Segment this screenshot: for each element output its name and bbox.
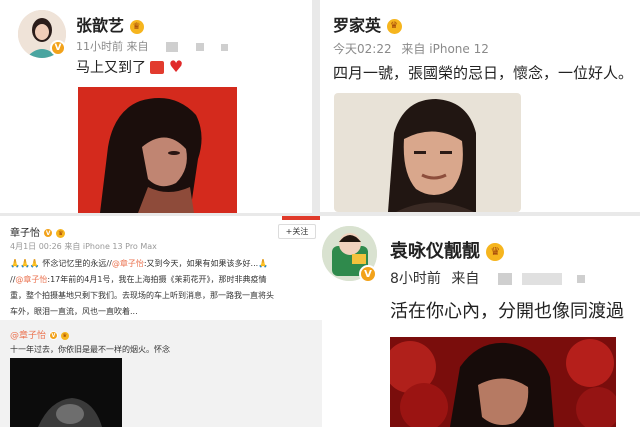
source-label: 来自 bbox=[451, 271, 480, 287]
follow-button[interactable]: +关注 bbox=[278, 224, 316, 239]
blurred-source bbox=[221, 43, 228, 51]
source-device[interactable]: iPhone 12 bbox=[429, 42, 489, 56]
repost-image[interactable] bbox=[10, 358, 122, 427]
post-meta: 11小时前 来自 bbox=[76, 38, 228, 54]
username[interactable]: 章子怡 V ♛ bbox=[10, 224, 66, 239]
verified-badge-icon: V bbox=[48, 331, 58, 340]
blurred-source bbox=[576, 275, 585, 283]
collage: V 张歆艺 ♛ 11小时前 来自 马上又到了 ♥ 罗家英 ♛ 今天02:22 来… bbox=[0, 0, 640, 427]
mention-link[interactable]: @章子怡 bbox=[112, 259, 144, 268]
blurred-source bbox=[166, 42, 178, 52]
post-text-line: 🙏🙏🙏 怀念记忆里的永远//@章子怡:又到今天，如果有如果该多好...🙏 bbox=[10, 259, 269, 268]
source-label: 来自 bbox=[401, 42, 426, 56]
post-card-luojiaying: 罗家英 ♛ 今天02:22 来自 iPhone 12 四月一號，張國榮的忌日，懷… bbox=[320, 0, 640, 212]
post-time[interactable]: 8小时前 bbox=[390, 271, 441, 287]
crown-icon: ♛ bbox=[486, 243, 505, 261]
username[interactable]: 张歆艺 ♛ bbox=[76, 12, 144, 36]
crown-icon: ♛ bbox=[56, 228, 66, 238]
blurred-source bbox=[522, 273, 563, 285]
post-text: 四月一號，張國榮的忌日，懷念，一位好人。 bbox=[333, 64, 634, 82]
post-image[interactable] bbox=[78, 87, 237, 213]
crown-icon: ♛ bbox=[129, 19, 144, 34]
crown-icon: ♛ bbox=[60, 331, 69, 340]
post-text-line: 车外，眼泪一直流，风也一直吹着... bbox=[10, 307, 138, 316]
mention-link[interactable]: @章子怡 bbox=[15, 275, 47, 284]
gift-icon bbox=[150, 61, 165, 74]
repost-strip bbox=[282, 216, 320, 220]
repost-box[interactable]: @章子怡 V ♛ 十一年过去，你依旧是最不一样的烟火。怀念 bbox=[0, 320, 322, 427]
post-card-zhangxinyi: V 张歆艺 ♛ 11小时前 来自 马上又到了 ♥ bbox=[0, 0, 312, 213]
post-text: 马上又到了 ♥ bbox=[76, 57, 184, 76]
post-meta: 今天02:22 来自 iPhone 12 bbox=[333, 40, 489, 57]
post-meta: 4月1日 00:26 来自 iPhone 13 Pro Max bbox=[10, 242, 157, 251]
repost-author[interactable]: @章子怡 V ♛ bbox=[10, 328, 69, 341]
post-text-line: 重，整个拍摄基地只剩下我们。去现场的车上听到消息，那一路我一直将头 bbox=[10, 291, 274, 300]
crown-icon: ♛ bbox=[386, 19, 402, 34]
post-text-line: //@章子怡:17年前的4月1号，我在上海拍摄《茉莉花开》，那时非典疫情 bbox=[10, 275, 267, 284]
username[interactable]: 罗家英 ♛ bbox=[333, 12, 402, 36]
verified-badge-icon: V bbox=[359, 265, 377, 283]
post-image[interactable] bbox=[390, 337, 616, 427]
post-text: 活在你心內，分開也像同渡過 bbox=[390, 301, 624, 322]
heart-icon: ♥ bbox=[168, 57, 184, 76]
blurred-source bbox=[195, 43, 204, 51]
username[interactable]: 袁咏仪靓靓 ♛ bbox=[390, 237, 505, 263]
post-card-zhangziyi: 章子怡 V ♛ 4月1日 00:26 来自 iPhone 13 Pro Max … bbox=[0, 216, 322, 427]
verified-badge-icon: V bbox=[50, 40, 66, 56]
post-card-yuanyongyi: V 袁咏仪靓靓 ♛ 8小时前 来自 活在你心內，分開也像同渡過 bbox=[322, 216, 640, 427]
source-label: 来自 bbox=[126, 40, 149, 53]
post-time[interactable]: 今天02:22 bbox=[333, 42, 392, 56]
verified-badge-icon: V bbox=[43, 228, 54, 238]
post-time[interactable]: 11小时前 bbox=[76, 40, 123, 53]
post-meta: 8小时前 来自 bbox=[390, 268, 585, 288]
repost-text: 十一年过去，你依旧是最不一样的烟火。怀念 bbox=[10, 345, 170, 354]
post-image[interactable] bbox=[334, 93, 521, 212]
blurred-source bbox=[497, 273, 512, 285]
